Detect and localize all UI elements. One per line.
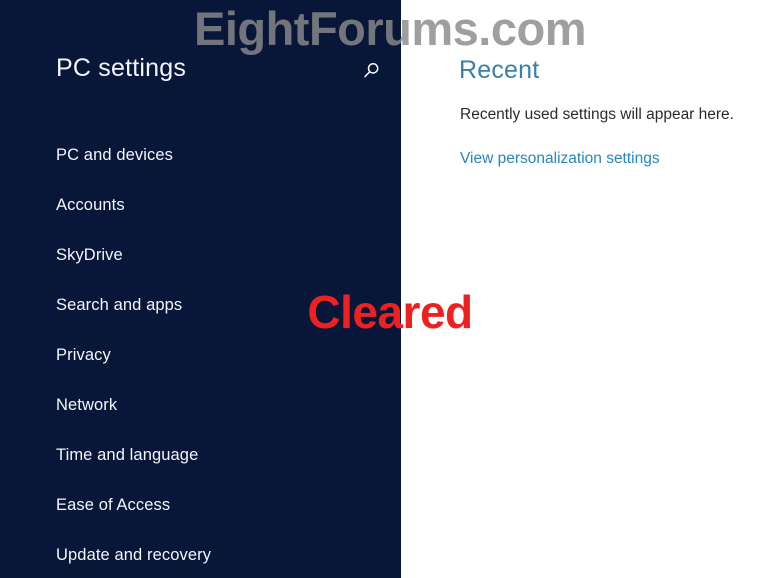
sidebar-item-label: Privacy [56, 345, 111, 364]
search-icon [361, 61, 381, 81]
sidebar-item-privacy[interactable]: Privacy [0, 330, 401, 380]
sidebar-item-label: Accounts [56, 195, 125, 214]
sidebar-item-ease-of-access[interactable]: Ease of Access [0, 480, 401, 530]
sidebar-item-search-and-apps[interactable]: Search and apps [0, 280, 401, 330]
sidebar-item-label: SkyDrive [56, 245, 123, 264]
settings-nav-list: PC and devices Accounts SkyDrive Search … [0, 130, 401, 578]
page-title: PC settings [56, 54, 187, 82]
recent-content-pane: Recent Recently used settings will appea… [401, 0, 780, 578]
sidebar-item-time-and-language[interactable]: Time and language [0, 430, 401, 480]
recent-heading: Recent [459, 56, 540, 84]
sidebar-item-label: Network [56, 395, 118, 414]
sidebar-item-label: Update and recovery [56, 545, 212, 564]
sidebar-item-update-and-recovery[interactable]: Update and recovery [0, 530, 401, 578]
view-personalization-settings-link[interactable]: View personalization settings [460, 150, 660, 168]
sidebar-item-label: Search and apps [56, 295, 183, 314]
sidebar-item-label: Time and language [56, 445, 199, 464]
sidebar-item-label: Ease of Access [56, 495, 171, 514]
sidebar-item-skydrive[interactable]: SkyDrive [0, 230, 401, 280]
sidebar-item-network[interactable]: Network [0, 380, 401, 430]
sidebar-item-pc-and-devices[interactable]: PC and devices [0, 130, 401, 180]
sidebar-item-accounts[interactable]: Accounts [0, 180, 401, 230]
pc-settings-screen: PC settings PC and devices Accounts SkyD… [0, 0, 780, 578]
sidebar-item-label: PC and devices [56, 145, 173, 164]
settings-navigation-pane: PC settings PC and devices Accounts SkyD… [0, 0, 401, 578]
search-button[interactable] [358, 58, 384, 84]
recent-empty-message: Recently used settings will appear here. [460, 106, 734, 123]
settings-header: PC settings [0, 52, 401, 92]
